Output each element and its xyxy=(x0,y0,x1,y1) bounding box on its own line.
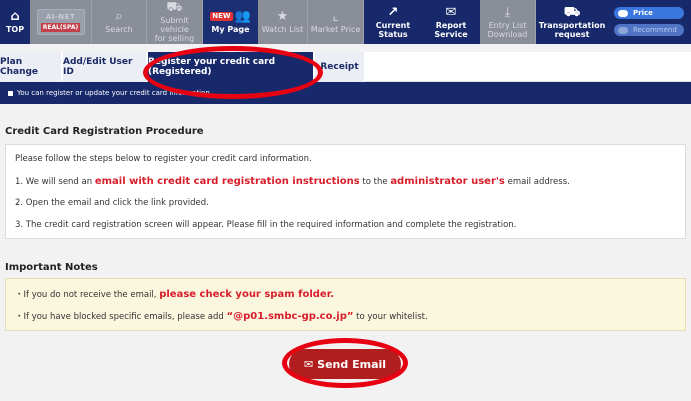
nav-my-page[interactable]: NEW 👥 My Page xyxy=(203,0,258,44)
procedure-intro: Please follow the steps below to registe… xyxy=(15,154,312,164)
truck-icon: ⛟ xyxy=(563,4,581,20)
chart-icon: ⌞ xyxy=(332,9,339,24)
procedure-step-2: 2. Open the email and click the link pro… xyxy=(15,198,209,208)
envelope-icon: ✉ xyxy=(303,357,314,371)
note-1: ・If you do not receive the email, please… xyxy=(15,289,334,300)
square-bullet-icon xyxy=(8,90,13,96)
tab-plan-change[interactable]: Plan Change xyxy=(0,52,62,82)
procedure-step-1: 1. We will send an email with credit car… xyxy=(15,176,570,187)
download-icon: ⤓ xyxy=(504,4,511,20)
arrow-icon: ↗ xyxy=(387,4,399,20)
nav-market-price[interactable]: ⌞ Market Price xyxy=(308,0,364,44)
notes-title: Important Notes xyxy=(5,262,98,273)
price-toggle[interactable]: Price xyxy=(614,7,684,19)
nav-entry-list[interactable]: ⤓ Entry List Download xyxy=(480,0,536,44)
toggle-knob-icon xyxy=(618,9,628,17)
note-2: ・If you have blocked specific emails, pl… xyxy=(15,311,428,322)
top-nav: ⌂ TOP AI-NET REAL(SPA) ⌕ Search ⛟ Submit… xyxy=(0,0,691,44)
new-badge: NEW xyxy=(210,12,233,21)
nav-logo[interactable]: AI-NET REAL(SPA) xyxy=(30,0,92,44)
star-icon: ★ xyxy=(276,9,289,24)
recommend-toggle[interactable]: Recommend xyxy=(614,24,684,36)
users-icon: 👥 xyxy=(234,9,251,24)
home-icon: ⌂ xyxy=(10,9,20,24)
car-icon: ⛟ xyxy=(166,0,183,15)
nav-transportation[interactable]: ⛟ Transportation request xyxy=(536,0,608,44)
procedure-step-3: 3. The credit card registration screen w… xyxy=(15,220,517,230)
nav-report-service[interactable]: ✉ Report Service xyxy=(422,0,480,44)
nav-top[interactable]: ⌂ TOP xyxy=(0,0,30,44)
send-email-button[interactable]: ✉ Send Email xyxy=(289,349,401,379)
info-bar: You can register or update your credit c… xyxy=(0,82,691,104)
procedure-card: Please follow the steps below to registe… xyxy=(5,144,686,239)
procedure-title: Credit Card Registration Procedure xyxy=(5,126,204,137)
nav-submit-vehicle[interactable]: ⛟ Submit vehicle for selling xyxy=(147,0,203,44)
toggle-area: Price Recommend xyxy=(608,0,691,44)
search-icon: ⌕ xyxy=(115,9,123,24)
nav-current-status[interactable]: ↗ Current Status xyxy=(364,0,422,44)
nav-search[interactable]: ⌕ Search xyxy=(92,0,147,44)
nav-watch-list[interactable]: ★ Watch List xyxy=(258,0,308,44)
sub-tabs: Plan Change Add/Edit User ID Register yo… xyxy=(0,52,691,82)
mail-icon: ✉ xyxy=(445,4,457,20)
toggle-knob-icon xyxy=(618,26,628,34)
tab-receipt[interactable]: Receipt xyxy=(315,52,365,82)
tab-register-credit-card[interactable]: Register your credit card (Registered) xyxy=(148,52,314,82)
notes-card: ・If you do not receive the email, please… xyxy=(5,278,686,331)
tab-add-edit-user[interactable]: Add/Edit User ID xyxy=(63,52,147,82)
logo: AI-NET REAL(SPA) xyxy=(36,9,85,35)
